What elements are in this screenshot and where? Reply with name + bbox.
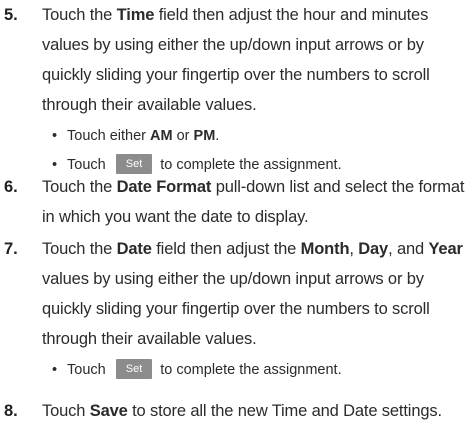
text-run: through their available values. — [42, 96, 257, 114]
instruction-document: 5. Touch the Time field then adjust the h… — [0, 0, 474, 430]
text-run: values by using either the up/down input… — [42, 270, 424, 288]
text-line: values by using either the up/down input… — [42, 30, 470, 60]
step-number: 7. — [4, 240, 18, 258]
text-run: , and — [388, 240, 429, 258]
text-run: to store all the new Time and Date setti… — [127, 402, 442, 420]
text-run: pull-down list and select the format — [211, 178, 465, 196]
text-run: quickly sliding your fingertip over the … — [42, 66, 430, 84]
text-run: through their available values. — [42, 330, 257, 348]
bullet-item: • Touch Set to complete the assignment. — [52, 356, 342, 384]
bold-term: PM — [193, 128, 216, 144]
text-run: Touch either — [67, 128, 151, 144]
step-text: Touch Save to store all the new Time and… — [42, 396, 470, 426]
text-line: Touch the Date Format pull-down list and… — [42, 172, 470, 202]
text-run: Touch — [67, 362, 110, 378]
bold-term: Time — [116, 6, 155, 24]
step-number: 8. — [4, 402, 18, 420]
text-run: , — [349, 240, 359, 258]
text-line: Touch the Date field then adjust the Mon… — [42, 234, 470, 264]
step-number: 5. — [4, 6, 18, 24]
text-run: Touch — [67, 157, 110, 173]
set-button-icon: Set — [115, 359, 153, 380]
step-text: Touch the Date field then adjust the Mon… — [42, 234, 470, 354]
bold-term: AM — [150, 128, 173, 144]
text-line: Touch Save to store all the new Time and… — [42, 396, 470, 426]
text-line: Touch the Time field then adjust the hou… — [42, 0, 470, 30]
text-run: field then adjust the — [151, 240, 301, 258]
text-run: quickly sliding your fingertip over the … — [42, 300, 430, 318]
bold-term: Date Format — [116, 178, 212, 196]
text-run: Touch the — [42, 240, 117, 258]
text-line: quickly sliding your fingertip over the … — [42, 60, 470, 90]
text-run: Touch the — [42, 178, 117, 196]
text-run: or — [172, 128, 194, 144]
bold-term: Date — [116, 240, 152, 258]
text-run: Touch the — [42, 6, 117, 24]
text-line: through their available values. — [42, 90, 470, 120]
text-line: quickly sliding your fingertip over the … — [42, 294, 470, 324]
bullet-dot-icon: • — [52, 128, 58, 144]
text-line: values by using either the up/down input… — [42, 264, 470, 294]
text-run: Touch — [42, 402, 90, 420]
bold-term: Month — [300, 240, 350, 258]
step-number: 6. — [4, 178, 18, 196]
bold-term: Year — [428, 240, 463, 258]
bullet-dot-icon: • — [52, 362, 58, 378]
step-text: Touch the Date Format pull-down list and… — [42, 172, 470, 232]
step-text: Touch the Time field then adjust the hou… — [42, 0, 470, 120]
bold-term: Day — [358, 240, 389, 258]
bullet-item: • Touch either AM or PM. — [52, 122, 219, 150]
text-run: to complete the assignment. — [160, 362, 342, 378]
text-line: through their available values. — [42, 324, 470, 354]
text-run: . — [215, 128, 220, 144]
text-run: field then adjust the hour and minutes — [154, 6, 429, 24]
bold-term: Save — [89, 402, 128, 420]
text-run: to complete the assignment. — [160, 157, 342, 173]
text-run: values by using either the up/down input… — [42, 36, 424, 54]
text-run: in which you want the date to display. — [42, 208, 309, 226]
text-line: in which you want the date to display. — [42, 202, 470, 232]
